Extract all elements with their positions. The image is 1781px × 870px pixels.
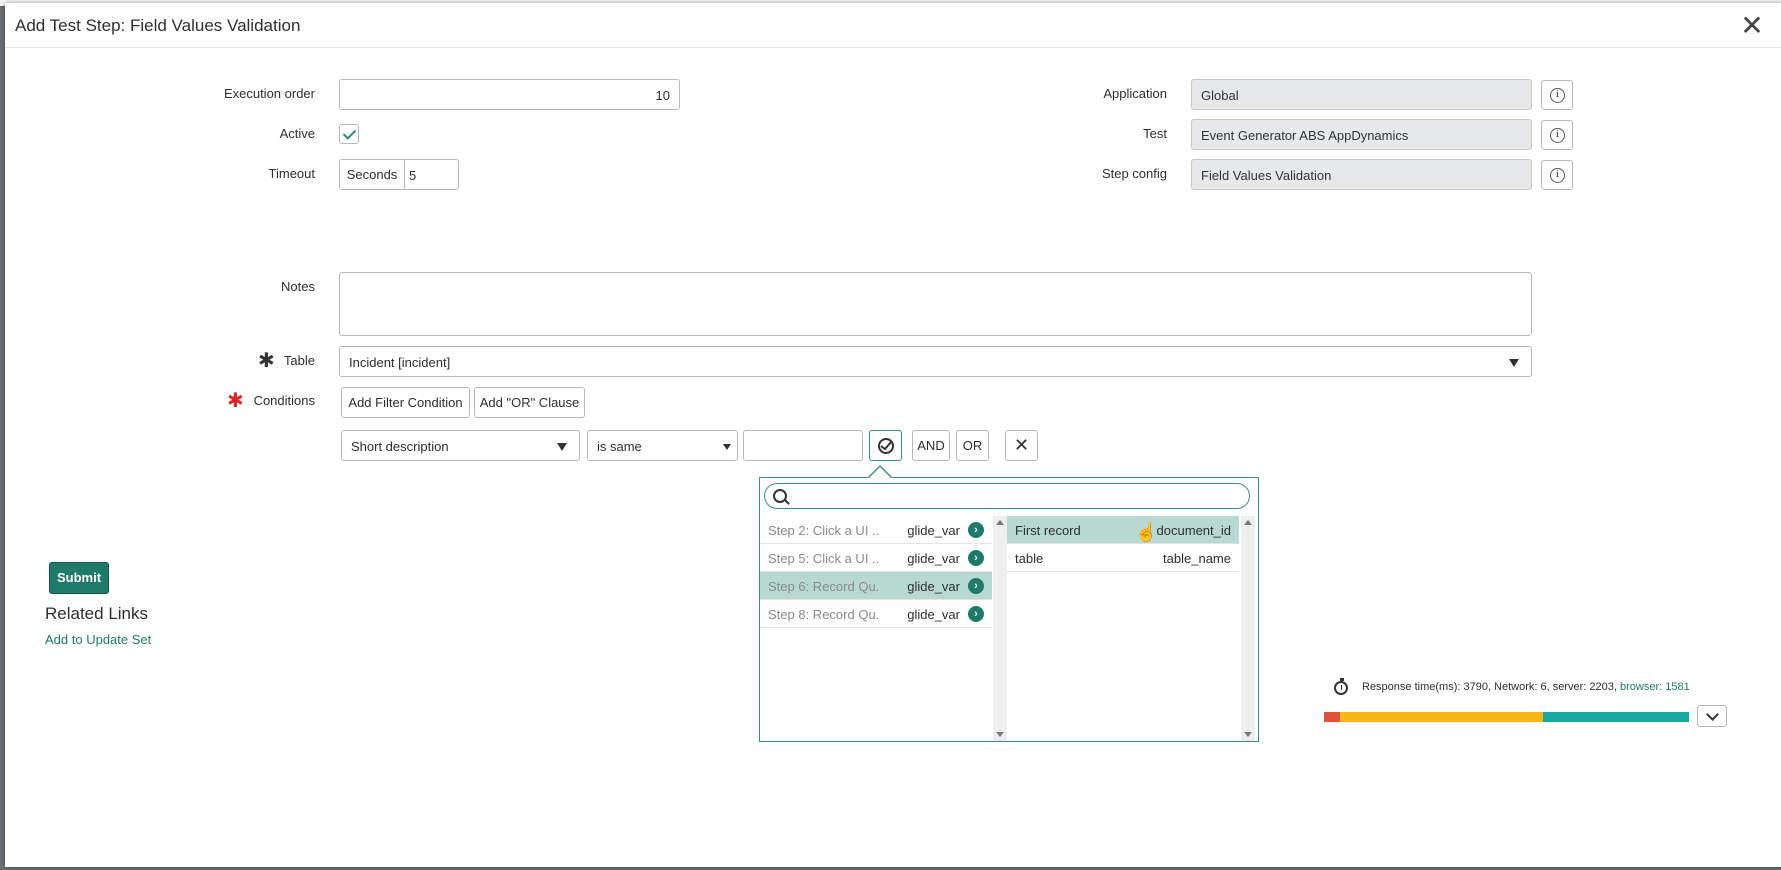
condition-operator-value: is same [597, 439, 642, 454]
add-to-update-set-link[interactable]: Add to Update Set [45, 632, 151, 647]
notes-label: Notes [281, 279, 315, 294]
stopwatch-icon [1334, 678, 1348, 695]
info-icon: i [1550, 88, 1565, 103]
test-field: Event Generator ABS AppDynamics [1191, 119, 1532, 150]
server-time-bar [1340, 712, 1543, 722]
scroll-up-icon[interactable] [1244, 520, 1252, 525]
response-time-browser: browser: 1581 [1620, 681, 1690, 693]
picker-search-input[interactable] [764, 483, 1250, 509]
list-item[interactable]: table table_name [1007, 544, 1239, 572]
close-icon: ✕ [1013, 435, 1030, 455]
chevron-down-icon [1509, 359, 1519, 367]
response-time-summary: Response time(ms): 3790, Network: 6, ser… [1362, 681, 1620, 693]
scroll-down-icon[interactable] [996, 732, 1004, 737]
data-pill-icon [878, 438, 894, 454]
expand-response-details-button[interactable] [1697, 705, 1727, 727]
list-item-selected[interactable]: First record document_id [1007, 516, 1239, 544]
list-item[interactable]: Step 5: Click a UI ... glide_var › [760, 544, 992, 572]
application-label: Application [1103, 86, 1167, 101]
picker-fields-list: First record document_id table table_nam… [1007, 516, 1239, 572]
left-list-scrollbar[interactable] [993, 516, 1007, 741]
info-icon: i [1550, 168, 1565, 183]
response-time-text: Response time(ms): 3790, Network: 6, ser… [1362, 681, 1690, 693]
info-icon: i [1550, 128, 1565, 143]
timeout-label: Timeout [268, 166, 315, 181]
network-time-bar [1324, 712, 1340, 722]
step-config-label: Step config [1101, 166, 1167, 181]
add-filter-condition-button[interactable]: Add Filter Condition [341, 387, 470, 418]
test-value: Event Generator ABS AppDynamics [1201, 128, 1409, 143]
scroll-up-icon[interactable] [996, 520, 1004, 525]
active-label: Active [279, 126, 315, 141]
picker-steps-list: Step 2: Click a UI ... glide_var › Step … [760, 516, 992, 628]
browser-time-bar [1543, 712, 1689, 722]
modal-title: Add Test Step: Field Values Validation [15, 16, 301, 35]
conditions-label: Conditions [253, 393, 315, 408]
test-info-button[interactable]: i [1541, 120, 1573, 150]
close-icon[interactable]: ✕ [1739, 12, 1765, 40]
application-info-button[interactable]: i [1541, 80, 1573, 110]
hand-cursor-icon: ☝ [1135, 522, 1158, 542]
test-label: Test [1143, 126, 1167, 141]
scroll-down-icon[interactable] [1244, 732, 1252, 737]
add-or-clause-button[interactable]: Add "OR" Clause [474, 387, 585, 418]
condition-value-input[interactable] [743, 430, 863, 461]
modal-header: Add Test Step: Field Values Validation ✕ [5, 3, 1781, 48]
data-pill-picker-popover: Step 2: Click a UI ... glide_var › Step … [759, 477, 1259, 742]
remove-condition-button[interactable]: ✕ [1005, 430, 1038, 461]
notes-textarea[interactable] [339, 272, 1532, 336]
search-icon [773, 489, 787, 503]
execution-order-label: Execution order [223, 86, 315, 101]
mandatory-icon: ✱ [258, 350, 275, 372]
chevron-right-icon[interactable]: › [968, 550, 984, 566]
chevron-down-icon [557, 443, 567, 451]
condition-operator-select[interactable]: is same [587, 430, 738, 461]
list-item-selected[interactable]: Step 6: Record Qu... glide_var › [760, 572, 992, 600]
execution-order-value: 10 [655, 88, 670, 103]
application-field: Global [1191, 79, 1532, 110]
table-label: Table [283, 353, 315, 368]
right-list-scrollbar[interactable] [1241, 516, 1255, 741]
data-pill-picker-button[interactable] [869, 430, 902, 461]
table-select[interactable]: Incident [incident] [339, 346, 1532, 377]
condition-field-select[interactable]: Short description [341, 430, 580, 461]
list-item[interactable]: Step 8: Record Qu... glide_var › [760, 600, 992, 628]
popover-arrow-inner [869, 467, 891, 478]
step-config-field: Field Values Validation [1191, 159, 1532, 190]
submit-button[interactable]: Submit [49, 562, 109, 594]
and-button[interactable]: AND [912, 430, 950, 461]
chevron-down-icon [723, 444, 731, 450]
list-item[interactable]: Step 2: Click a UI ... glide_var › [760, 516, 992, 544]
required-icon: ✱ [227, 390, 244, 412]
application-value: Global [1201, 88, 1239, 103]
related-links-title: Related Links [45, 604, 149, 623]
or-button[interactable]: OR [956, 430, 989, 461]
timeout-value-input[interactable]: 5 [409, 168, 416, 183]
active-checkbox[interactable] [339, 124, 359, 144]
condition-field-value: Short description [351, 439, 449, 454]
execution-order-input[interactable]: 10 [339, 79, 680, 110]
step-config-info-button[interactable]: i [1541, 160, 1573, 190]
timeout-unit: Seconds [340, 160, 405, 189]
chevron-right-icon[interactable]: › [968, 522, 984, 538]
chevron-right-icon[interactable]: › [968, 578, 984, 594]
table-value: Incident [incident] [349, 355, 451, 370]
timeout-field: Seconds 5 [339, 159, 459, 190]
step-config-value: Field Values Validation [1201, 168, 1332, 183]
response-time-widget: Response time(ms): 3790, Network: 6, ser… [1324, 677, 1734, 727]
chevron-right-icon[interactable]: › [968, 606, 984, 622]
